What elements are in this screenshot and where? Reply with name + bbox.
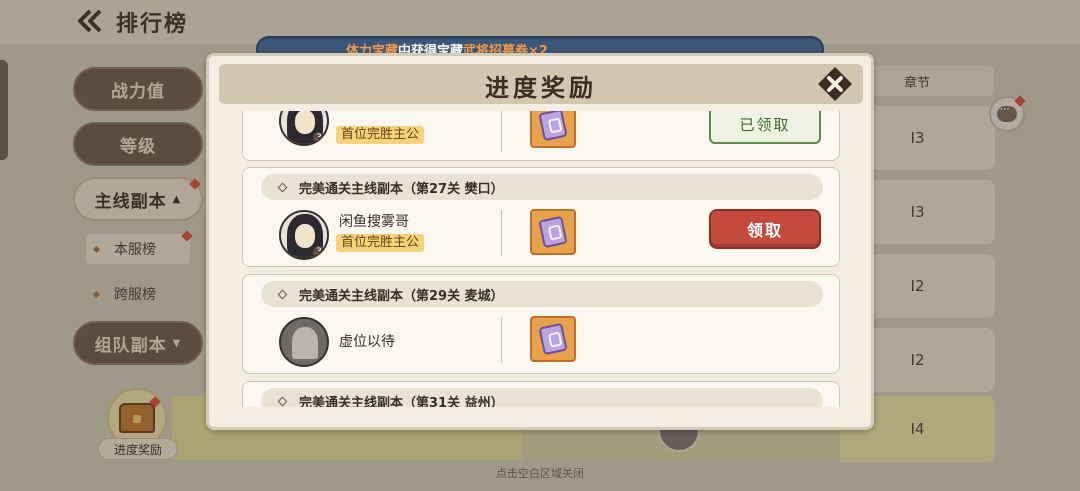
- claimed-button: 已领取: [709, 111, 821, 144]
- scroll-icon: [538, 322, 568, 356]
- claim-button[interactable]: 领取: [709, 209, 821, 249]
- scroll-icon: [538, 215, 568, 249]
- reward-list[interactable]: 3 首位完胜主公 已领取 完美通关主线副本（第27关 樊口） 3 闲鱼搜雾哥 首…: [242, 111, 842, 407]
- card-header: 完美通关主线副本（第27关 樊口）: [261, 174, 823, 200]
- player-name: 闲鱼搜雾哥: [339, 214, 409, 230]
- card-header: 完美通关主线副本（第31关 益州）: [261, 388, 823, 407]
- reward-card: 完美通关主线副本（第29关 麦城） 虚位以待: [242, 274, 840, 374]
- diamond-icon: [277, 182, 288, 193]
- modal-title: 进度奖励: [485, 74, 597, 102]
- progress-reward-modal: 进度奖励 3 首位完胜主公 已领取 完美通关主线副本（第27关 樊口） 3 闲鱼…: [206, 53, 874, 430]
- player-name: 虚位以待: [339, 334, 395, 350]
- card-header-text: 完美通关主线副本（第29关 麦城）: [299, 288, 504, 304]
- achievement-tag: 首位完胜主公: [336, 234, 425, 252]
- avatar: 3: [279, 111, 329, 146]
- reward-card: 3 首位完胜主公 已领取: [242, 111, 840, 161]
- diamond-icon: [277, 396, 288, 407]
- close-hint: 点击空白区域关闭: [496, 467, 584, 480]
- card-header-text: 完美通关主线副本（第27关 樊口）: [299, 181, 504, 197]
- achievement-tag: 首位完胜主公: [336, 126, 425, 144]
- reward-item[interactable]: [530, 316, 576, 362]
- avatar-level: 3: [313, 246, 325, 258]
- avatar: 3: [279, 210, 329, 260]
- divider: [501, 210, 502, 256]
- diamond-icon: [277, 289, 288, 300]
- close-icon[interactable]: [818, 67, 852, 101]
- scroll-icon: [538, 111, 568, 142]
- reward-card: 完美通关主线副本（第31关 益州）: [242, 381, 840, 407]
- card-header-text: 完美通关主线副本（第31关 益州）: [299, 395, 504, 408]
- reward-item[interactable]: [530, 111, 576, 148]
- modal-header: 进度奖励: [219, 64, 863, 104]
- divider: [501, 317, 502, 363]
- card-header: 完美通关主线副本（第29关 麦城）: [261, 281, 823, 307]
- reward-item[interactable]: [530, 209, 576, 255]
- reward-card: 完美通关主线副本（第27关 樊口） 3 闲鱼搜雾哥 首位完胜主公 领取: [242, 167, 840, 267]
- divider: [501, 111, 502, 152]
- avatar-level: 3: [313, 132, 325, 144]
- avatar-placeholder: [279, 317, 329, 367]
